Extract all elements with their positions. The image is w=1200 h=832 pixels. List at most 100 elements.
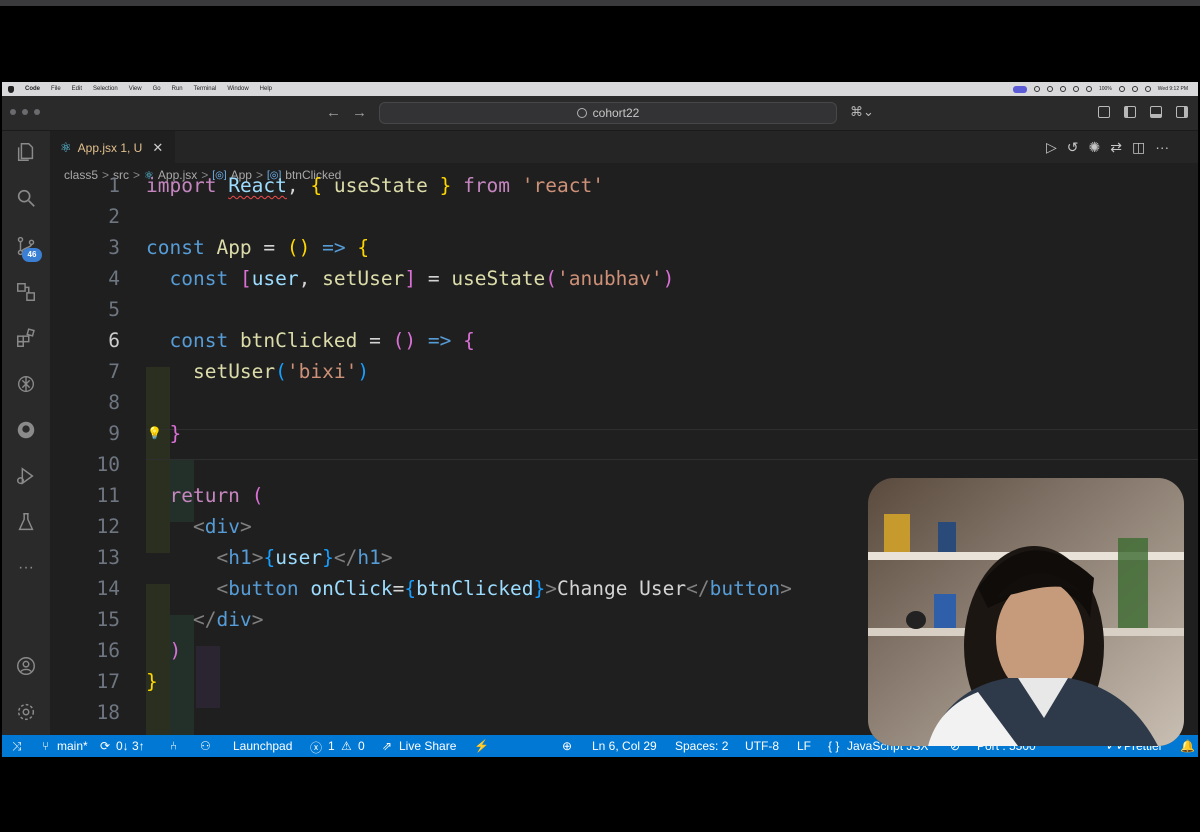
launchpad[interactable]: Launchpad	[233, 739, 292, 753]
code-line[interactable]: <button onClick={btnClicked}>Change User…	[146, 577, 791, 600]
menu-edit[interactable]: Edit	[72, 86, 82, 92]
line-number: 17	[96, 670, 120, 693]
chatgpt-icon[interactable]: ✺	[1089, 139, 1101, 156]
notifications-bell-icon[interactable]: 🔔	[1180, 739, 1195, 753]
customize-layout-icon[interactable]	[1098, 106, 1110, 118]
toggle-panel-icon[interactable]	[1150, 106, 1162, 118]
clock[interactable]: Wed 9:12 PM	[1158, 86, 1188, 92]
more-icon[interactable]: ···	[15, 557, 37, 579]
screen: Code File Edit Selection View Go Run Ter…	[2, 82, 1198, 757]
line-number: 18	[96, 701, 120, 724]
menu-terminal[interactable]: Terminal	[194, 86, 217, 92]
language-braces-icon: { }	[828, 739, 840, 753]
status-icon[interactable]	[1047, 86, 1053, 92]
code-line[interactable]: return (	[146, 484, 263, 507]
code-line[interactable]: </div>	[146, 608, 263, 631]
code-line[interactable]: )	[146, 639, 181, 662]
minimize-window-button[interactable]	[22, 109, 28, 115]
settings-gear-icon[interactable]	[15, 701, 37, 723]
code-line[interactable]: }	[146, 670, 158, 693]
code-line[interactable]: <h1>{user}</h1>	[146, 546, 392, 569]
top-strip	[0, 0, 1200, 6]
status-icon[interactable]	[1034, 86, 1040, 92]
command-center-search[interactable]: cohort22	[379, 102, 837, 124]
menu-window[interactable]: Window	[227, 86, 248, 92]
code-line[interactable]: }	[146, 422, 181, 445]
lightning-icon[interactable]: ⚡	[474, 739, 489, 753]
menu-go[interactable]: Go	[153, 86, 161, 92]
warning-count[interactable]: 0	[358, 739, 365, 753]
menu-selection[interactable]: Selection	[93, 86, 118, 92]
line-number: 7	[108, 360, 120, 383]
editor-actions: ▷ ↺ ✺ ⇄ ◫ ···	[1046, 139, 1169, 156]
end-of-line[interactable]: LF	[797, 739, 811, 753]
remote-indicator-icon[interactable]: ⤨	[12, 739, 22, 754]
bluetooth-icon[interactable]	[1073, 86, 1079, 92]
close-window-button[interactable]	[10, 109, 16, 115]
extensions-icon[interactable]	[15, 327, 37, 349]
chevron-right-icon: >	[133, 168, 141, 182]
search-icon[interactable]	[1131, 86, 1138, 92]
line-number: 8	[108, 391, 120, 414]
explorer-icon[interactable]	[15, 141, 37, 163]
zoom-window-button[interactable]	[34, 109, 40, 115]
code-line[interactable]: const [user, setUser] = useState('anubha…	[146, 267, 674, 290]
search-icon[interactable]	[15, 187, 37, 209]
remote-explorer-icon[interactable]	[15, 281, 37, 303]
menu-app[interactable]: Code	[25, 86, 40, 92]
code-line[interactable]: import React, { useState } from 'react'	[146, 174, 604, 197]
git-branch[interactable]: main*	[57, 739, 88, 753]
menu-help[interactable]: Help	[260, 86, 272, 92]
indentation[interactable]: Spaces: 2	[675, 739, 728, 753]
error-count[interactable]: 1	[328, 739, 335, 753]
git-branch-icon: ⑂	[42, 739, 50, 753]
zoom-icon[interactable]: ⊕	[562, 739, 572, 753]
tab-app-jsx[interactable]: ⚛ App.jsx 1, U ✕	[50, 131, 175, 164]
current-line-highlight	[146, 429, 1198, 460]
presenter-video	[868, 478, 1184, 746]
workspace-name: cohort22	[592, 106, 640, 120]
menu-view[interactable]: View	[129, 86, 142, 92]
encoding[interactable]: UTF-8	[745, 739, 779, 753]
chatgpt-icon[interactable]	[15, 373, 37, 395]
copilot-icon[interactable]: ⌘⌄	[850, 104, 874, 120]
line-number: 10	[96, 453, 120, 476]
line-number: 15	[96, 608, 120, 631]
forward-arrow-icon[interactable]: →	[352, 104, 367, 121]
code-line[interactable]: <div>	[146, 515, 252, 538]
github-icon[interactable]	[15, 419, 37, 441]
close-tab-icon[interactable]: ✕	[152, 140, 163, 156]
git-graph-icon[interactable]: ⑃	[170, 739, 177, 753]
timeline-icon[interactable]: ↺	[1067, 139, 1079, 156]
line-number: 1	[108, 174, 120, 197]
screen-record-icon[interactable]	[1013, 85, 1027, 93]
title-bar: ← → cohort22 ⌘⌄	[2, 96, 1198, 131]
line-number: 9	[108, 422, 120, 445]
run-icon[interactable]: ▷	[1046, 139, 1057, 156]
run-debug-icon[interactable]	[15, 465, 37, 487]
status-icon[interactable]	[1060, 86, 1066, 92]
volume-icon[interactable]	[1086, 86, 1092, 92]
control-center-icon[interactable]	[1144, 86, 1151, 92]
compare-icon[interactable]: ⇄	[1110, 139, 1122, 156]
accounts-icon[interactable]	[15, 655, 37, 677]
code-line[interactable]: const App = () => {	[146, 236, 369, 259]
menu-run[interactable]: Run	[172, 86, 183, 92]
code-line[interactable]: setUser('bixi')	[146, 360, 369, 383]
toggle-sidebar-icon[interactable]	[1124, 106, 1136, 118]
sync-icon: ⟳	[100, 739, 111, 753]
apple-icon[interactable]	[8, 85, 14, 93]
back-arrow-icon[interactable]: ←	[326, 104, 341, 121]
code-line[interactable]: const btnClicked = () => {	[146, 329, 474, 352]
battery-percent[interactable]: 100%	[1099, 86, 1112, 92]
sync-status[interactable]: 0↓ 3↑	[116, 739, 145, 753]
more-actions-icon[interactable]: ···	[1155, 139, 1169, 156]
cursor-position[interactable]: Ln 6, Col 29	[592, 739, 657, 753]
testing-icon[interactable]	[15, 511, 37, 533]
menu-file[interactable]: File	[51, 86, 61, 92]
split-editor-icon[interactable]: ◫	[1132, 139, 1145, 156]
live-share[interactable]: Live Share	[399, 739, 456, 753]
toggle-secondary-sidebar-icon[interactable]	[1176, 106, 1188, 118]
wifi-icon[interactable]	[1118, 86, 1125, 92]
error-icon: ⓧ	[310, 741, 323, 755]
